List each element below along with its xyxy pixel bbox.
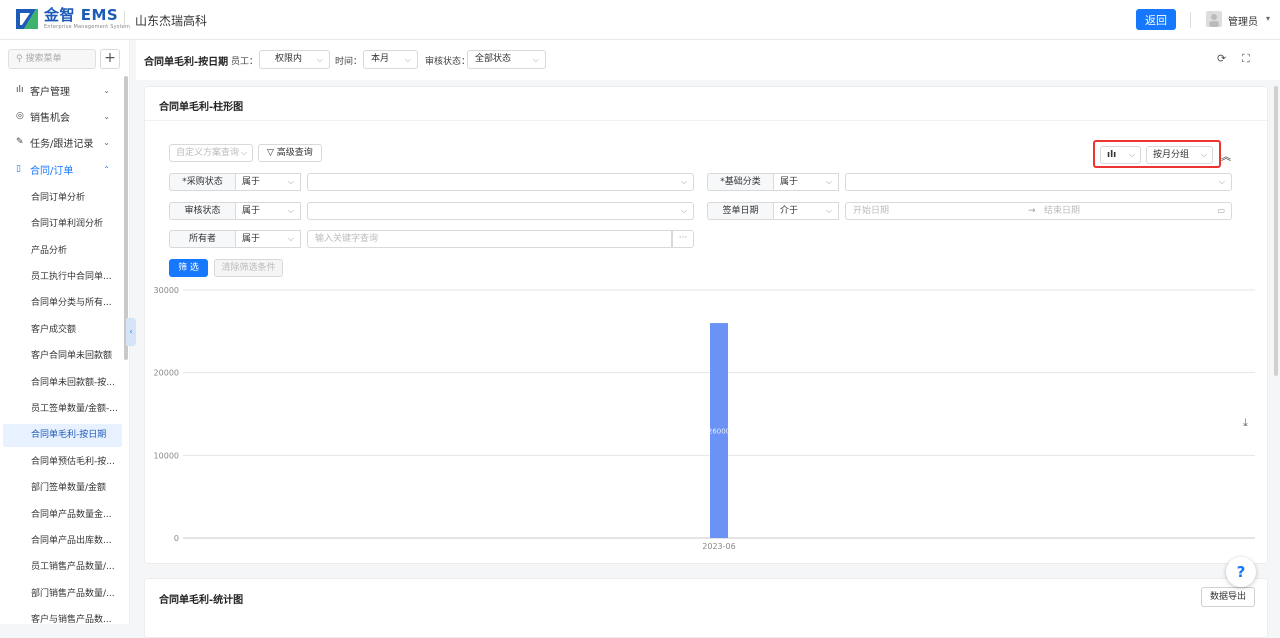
logo-subtitle: Enterprise Management System	[44, 24, 131, 30]
fullscreen-icon[interactable]: ⛶	[1242, 52, 1250, 66]
sidebar-item[interactable]: 员工签单数量/金额-...	[3, 398, 122, 421]
employee-select[interactable]: 权限内 ⌵	[259, 50, 330, 69]
sidebar-item[interactable]: 合同订单分析	[3, 187, 122, 210]
y-tick-label: 0	[174, 534, 179, 543]
sidebar-item-selected[interactable]: 合同单毛利-按日期	[3, 424, 122, 447]
menu-group-label: 销售机会	[30, 112, 70, 124]
sidebar-item[interactable]: 合同单预估毛利-按...	[3, 451, 122, 474]
chevron-down-icon: ⌄	[103, 85, 110, 95]
menu-group-customer[interactable]: ılı 客户管理 ⌄	[0, 78, 122, 102]
chevron-down-icon: ⌵	[404, 55, 411, 64]
menu-group-contract[interactable]: ▯ 合同/订单 ⌃	[0, 157, 122, 181]
company-name: 山东杰瑞高科	[135, 14, 208, 28]
chevron-up-icon: ⌃	[103, 164, 110, 174]
employee-value: 权限内	[275, 54, 303, 64]
sidebar-item[interactable]: 合同单产品出库数...	[3, 530, 122, 553]
time-value: 本月	[371, 54, 390, 64]
divider	[1190, 12, 1191, 28]
help-icon[interactable]: ?	[1226, 557, 1256, 587]
chevron-down-icon: ⌄	[103, 137, 110, 147]
download-icon[interactable]: ⤓	[1243, 416, 1248, 430]
chevron-down-icon: ⌄	[103, 111, 110, 121]
sidebar-item[interactable]: 员工执行中合同单...	[3, 266, 122, 289]
target-icon: ◎	[16, 111, 24, 121]
menu-group-label: 客户管理	[30, 86, 70, 98]
x-tick-label: 2023-06	[702, 542, 735, 551]
divider	[124, 11, 125, 28]
avatar[interactable]	[1206, 11, 1222, 27]
time-select[interactable]: 本月 ⌵	[363, 50, 418, 69]
sidebar-item[interactable]: 合同单分类与所有...	[3, 292, 122, 315]
top-bar: 金智 EMS Enterprise Management System 山东杰瑞…	[0, 0, 1280, 40]
filter-bar: 合同单毛利-按日期 员工： 权限内 ⌵ 时间： 本月 ⌵ 审核状态： 全部状态 ⌵ ⟳…	[136, 40, 1280, 80]
bar-chart: 0 10000 20000 30000 26000 2023-06	[154, 286, 1255, 551]
y-tick-label: 30000	[154, 286, 179, 295]
logo: 金智 EMS Enterprise Management System	[14, 7, 130, 31]
chevron-down-icon: ⌵	[316, 55, 323, 64]
main-scrollbar[interactable]	[1274, 86, 1278, 376]
export-data-button[interactable]: 数据导出	[1201, 587, 1255, 607]
logo-title: 金智 EMS	[44, 6, 119, 24]
menu-group-label: 任务/跟进记录	[30, 138, 94, 150]
document-icon: ▯	[16, 164, 21, 174]
audit-status-label: 审核状态：	[425, 57, 471, 67]
back-button[interactable]: 返回	[1136, 9, 1176, 30]
audit-status-value: 全部状态	[475, 54, 512, 64]
sidebar-item[interactable]: 合同单未回款额-按...	[3, 372, 122, 395]
sidebar-item[interactable]: 客户与销售产品数...	[3, 609, 122, 624]
bar-chart-icon: ılı	[16, 85, 24, 95]
time-label: 时间：	[335, 57, 363, 67]
menu-search-input[interactable]: ⚲ 搜索菜单	[8, 49, 96, 69]
search-icon: ⚲	[16, 54, 23, 64]
user-name[interactable]: 管理员	[1228, 13, 1258, 28]
employee-label: 员工：	[231, 57, 259, 67]
sidebar-item[interactable]: 客户合同单未回款额	[3, 345, 122, 368]
search-placeholder: 搜索菜单	[25, 54, 62, 64]
sidebar-item[interactable]: 客户成交额	[3, 319, 122, 342]
bar-data-label: 26000	[708, 428, 730, 436]
sidebar: ⚲ 搜索菜单 + ılı 客户管理 ⌄ ◎ 销售机会 ⌄ ✎ 任务/跟进记录 ⌄…	[0, 40, 130, 624]
sidebar-item[interactable]: 员工销售产品数量/...	[3, 556, 122, 579]
panel-title: 合同单毛利-统计图	[159, 595, 244, 606]
sidebar-item[interactable]: 产品分析	[3, 240, 122, 263]
audit-status-select[interactable]: 全部状态 ⌵	[467, 50, 546, 69]
chevron-down-icon[interactable]: ▾	[1266, 14, 1270, 23]
page-title: 合同单毛利-按日期	[144, 57, 229, 68]
sidebar-item[interactable]: 部门签单数量/金额	[3, 477, 122, 500]
sidebar-item[interactable]: 合同单产品数量金...	[3, 504, 122, 527]
sidebar-item[interactable]: 合同订单利润分析	[3, 213, 122, 236]
logo-mark-icon	[14, 7, 40, 31]
menu-group-label: 合同/订单	[30, 165, 74, 177]
refresh-icon[interactable]: ⟳	[1217, 52, 1226, 65]
chevron-down-icon: ⌵	[532, 55, 539, 64]
statistics-panel: 合同单毛利-统计图 数据导出	[144, 578, 1268, 638]
pin-icon: ✎	[16, 137, 24, 147]
y-tick-label: 10000	[154, 451, 179, 460]
bar-chart-panel: 合同单毛利-柱形图 自定义方案查询 ⌵ ▽ 高级查询 ılı ⌵ 按月分组 ⌵ ︽ *…	[144, 86, 1268, 564]
add-menu-button[interactable]: +	[100, 49, 120, 69]
menu-group-task[interactable]: ✎ 任务/跟进记录 ⌄	[0, 130, 122, 154]
sidebar-item[interactable]: 部门销售产品数量/...	[3, 583, 122, 606]
menu-group-opportunity[interactable]: ◎ 销售机会 ⌄	[0, 104, 122, 128]
y-tick-label: 20000	[154, 369, 179, 378]
collapse-sidebar-icon[interactable]: ‹	[126, 318, 136, 346]
